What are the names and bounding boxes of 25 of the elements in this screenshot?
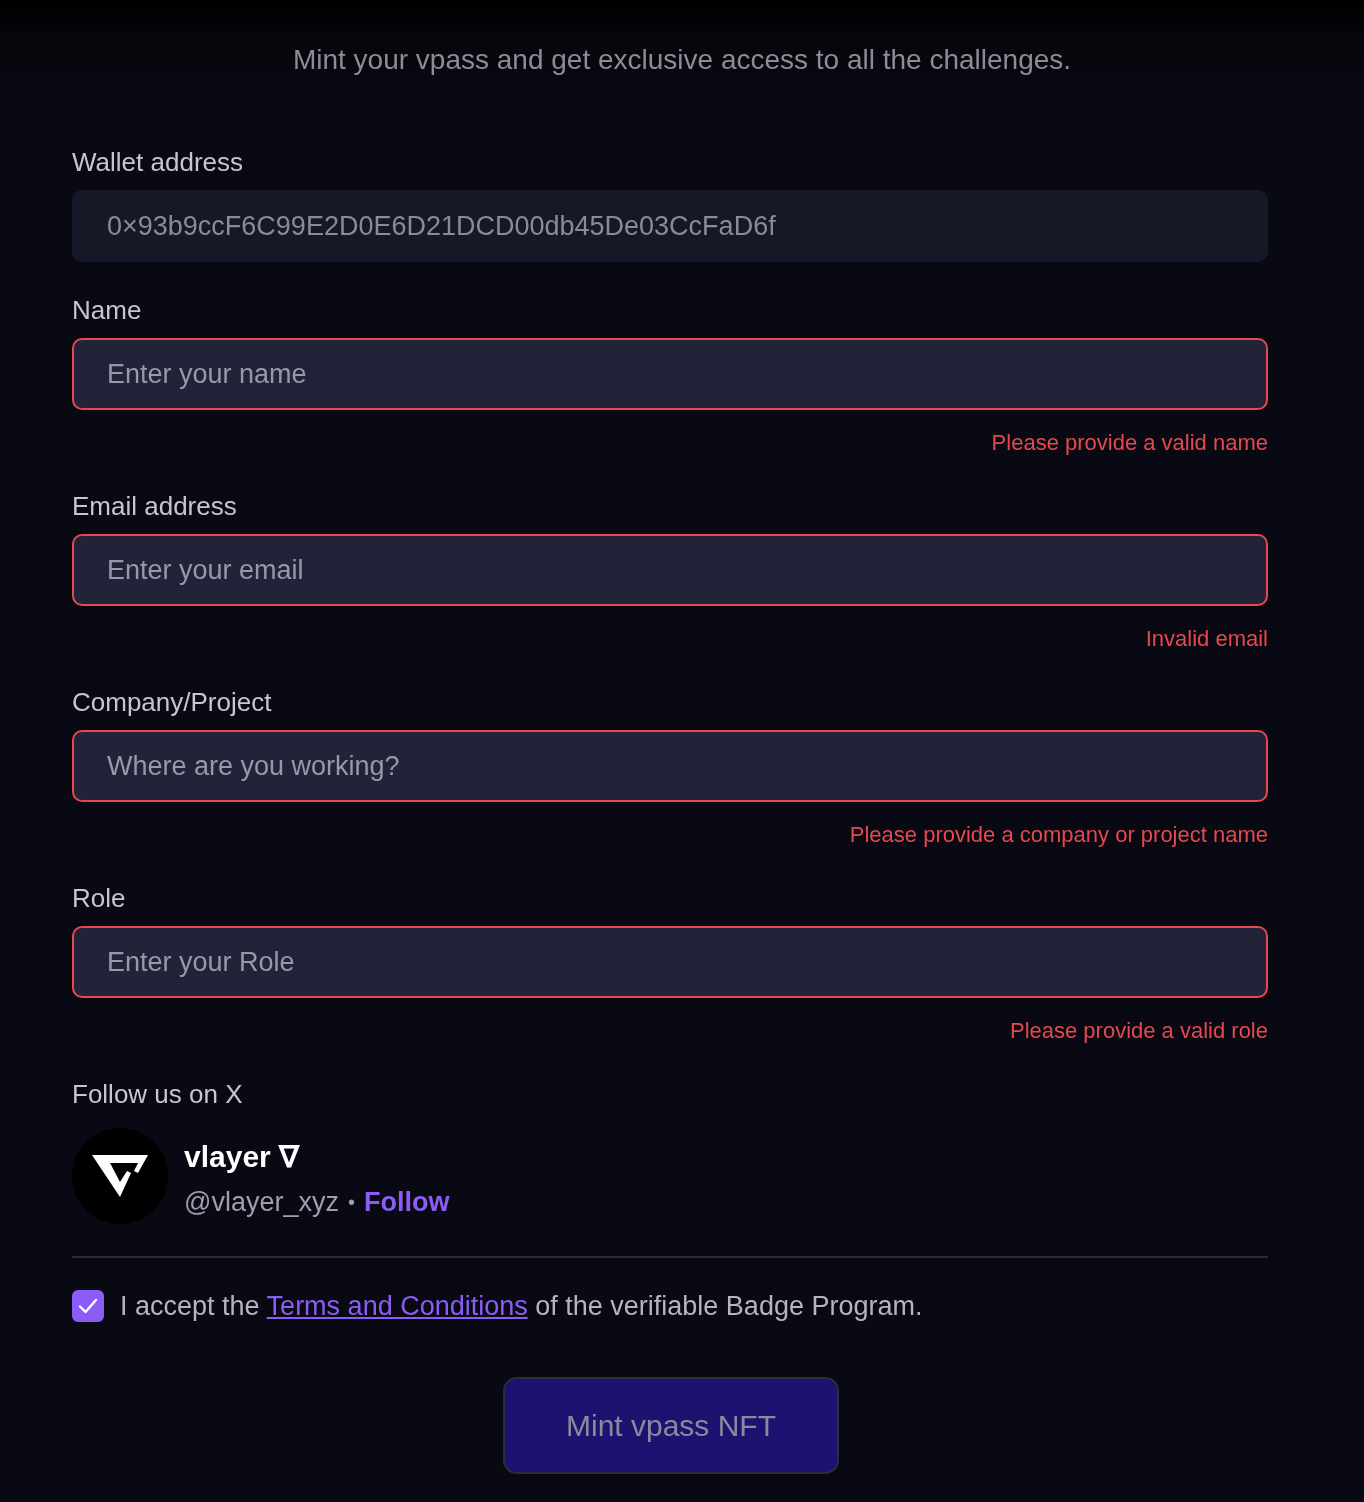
field-label: Name [72,294,142,327]
validation-error: Please provide a valid role [1009,1017,1268,1045]
validation-error: Please provide a company or project name [849,821,1268,849]
text-input-field[interactable]: Where are you working? [72,730,1268,802]
checkmark-icon [78,1298,98,1314]
page-subtitle: Mint your vpass and get exclusive access to all the challenges. [292,43,1072,77]
validation-error: Invalid email [1145,625,1268,653]
text-input-field[interactable]: Enter your email [72,534,1268,606]
triangle-logo-icon [72,1128,168,1224]
follow-label: Follow us on X [72,1078,243,1111]
terms-link[interactable]: Terms and Conditions [266,1291,528,1321]
follow-link[interactable]: Follow [363,1184,450,1220]
text-input-field[interactable]: Enter your Role [72,926,1268,998]
field-label: Wallet address [72,146,243,179]
text-input-field[interactable]: Enter your name [72,338,1268,410]
wallet-address-field[interactable]: 0×93b9ccF6C99E2D0E6D21DCD00db45De03CcFaD6f [72,190,1268,262]
terms-acceptance-text: I accept the Terms and Conditions of the verifiable Badge Program. [120,1290,923,1323]
terms-checkbox[interactable] [72,1290,104,1322]
field-label: Role [72,882,126,915]
account-name: vlayer ∇ [184,1139,300,1175]
field-label: Company/Project [72,686,272,719]
account-handle: @vlayer_xyz [184,1186,339,1219]
field-label: Email address [72,490,237,523]
validation-error: Please provide a valid name [991,429,1268,457]
separator-dot: • [347,1190,355,1215]
